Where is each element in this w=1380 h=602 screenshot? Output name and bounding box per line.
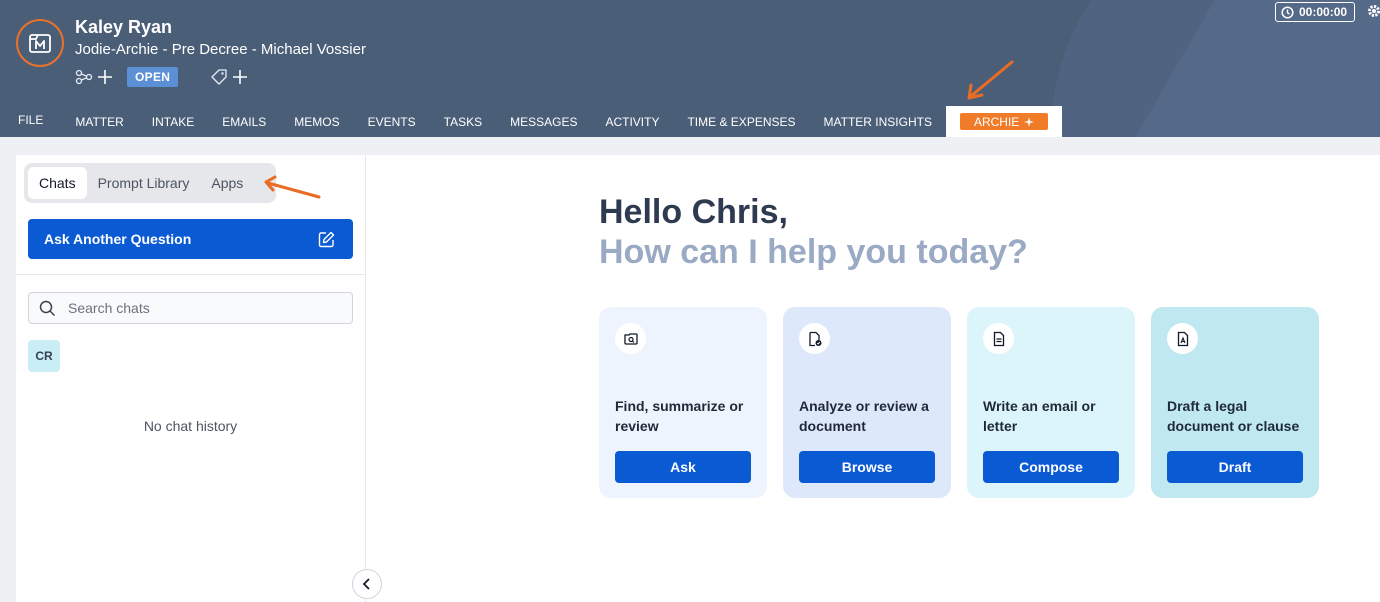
document-text-icon bbox=[983, 323, 1014, 354]
archie-pill: ARCHIE bbox=[959, 113, 1049, 130]
tab-matter-insights[interactable]: MATTER INSIGHTS bbox=[810, 106, 946, 137]
chevron-left-icon bbox=[362, 578, 370, 590]
divider bbox=[16, 274, 365, 275]
tab-file[interactable]: FILE bbox=[0, 104, 61, 135]
ask-button-label: Ask Another Question bbox=[44, 231, 192, 247]
archie-label: ARCHIE bbox=[973, 114, 1020, 129]
matter-name: Jodie-Archie - Pre Decree - Michael Voss… bbox=[75, 41, 366, 58]
tab-activity[interactable]: ACTIVITY bbox=[591, 106, 673, 137]
client-name: Kaley Ryan bbox=[75, 17, 173, 37]
browse-button[interactable]: Browse bbox=[799, 451, 935, 483]
card-analyze: Analyze or review a document Browse bbox=[783, 307, 951, 498]
card-title: Analyze or review a document bbox=[799, 398, 929, 434]
chat-sidebar: Chats Prompt Library Apps Ask Another Qu… bbox=[16, 155, 366, 602]
timer-button[interactable]: 00:00:00 bbox=[1275, 2, 1356, 22]
search-icon bbox=[39, 300, 56, 316]
content-top-strip bbox=[16, 137, 1380, 155]
card-write: Write an email or letter Compose bbox=[967, 307, 1135, 498]
tab-archie[interactable]: ARCHIE bbox=[945, 106, 1063, 137]
tab-events[interactable]: EVENTS bbox=[354, 106, 430, 137]
matter-nav: FILE MATTER INTAKE EMAILS MEMOS EVENTS T… bbox=[0, 104, 1063, 137]
tab-emails[interactable]: EMAILS bbox=[208, 106, 280, 137]
tab-matter[interactable]: MATTER bbox=[61, 106, 137, 137]
edit-icon bbox=[318, 231, 335, 247]
page-gutter bbox=[0, 137, 16, 602]
card-find: Find, summarize or review Ask bbox=[599, 307, 767, 498]
draft-button[interactable]: Draft bbox=[1167, 451, 1303, 483]
tab-messages[interactable]: MESSAGES bbox=[496, 106, 591, 137]
tab-intake[interactable]: INTAKE bbox=[138, 106, 208, 137]
card-title: Find, summarize or review bbox=[615, 398, 744, 434]
header-actions: OPEN bbox=[75, 67, 248, 87]
compose-button[interactable]: Compose bbox=[983, 451, 1119, 483]
tab-apps[interactable]: Apps bbox=[200, 167, 254, 199]
empty-chat-history: No chat history bbox=[143, 418, 238, 434]
ask-another-question-button[interactable]: Ask Another Question bbox=[28, 219, 353, 259]
sidebar-tabs: Chats Prompt Library Apps bbox=[24, 163, 276, 203]
add-tag-icon[interactable] bbox=[232, 69, 248, 85]
tab-memos[interactable]: MEMOS bbox=[280, 106, 353, 137]
tab-chats[interactable]: Chats bbox=[28, 167, 87, 199]
search-document-icon bbox=[615, 323, 646, 354]
collapse-sidebar-button[interactable] bbox=[352, 569, 382, 599]
greeting-subtitle: How can I help you today? bbox=[599, 233, 1028, 271]
card-title: Draft a legal document or clause bbox=[1167, 398, 1300, 434]
analyze-document-icon bbox=[799, 323, 830, 354]
tab-tasks[interactable]: TASKS bbox=[430, 106, 496, 137]
clock-icon bbox=[1281, 5, 1294, 19]
status-badge[interactable]: OPEN bbox=[127, 67, 179, 87]
search-input[interactable] bbox=[68, 300, 318, 316]
relationship-icon[interactable] bbox=[75, 68, 93, 86]
gear-icon[interactable] bbox=[1367, 4, 1380, 23]
tag-icon[interactable] bbox=[210, 68, 228, 86]
matter-header: Kaley Ryan Jodie-Archie - Pre Decree - M… bbox=[0, 0, 1380, 137]
add-relationship-icon[interactable] bbox=[97, 69, 113, 85]
tab-prompt-library[interactable]: Prompt Library bbox=[87, 167, 201, 199]
card-draft: Draft a legal document or clause Draft bbox=[1151, 307, 1319, 498]
matter-logo-icon bbox=[16, 19, 64, 67]
legal-document-icon bbox=[1167, 323, 1198, 354]
ask-button[interactable]: Ask bbox=[615, 451, 751, 483]
avatar[interactable]: CR bbox=[28, 340, 60, 372]
tab-time-expenses[interactable]: TIME & EXPENSES bbox=[673, 106, 809, 137]
card-title: Write an email or letter bbox=[983, 398, 1096, 434]
timer-value: 00:00:00 bbox=[1299, 5, 1348, 19]
greeting-title: Hello Chris, bbox=[599, 193, 788, 231]
sparkle-icon bbox=[1024, 116, 1035, 127]
search-chats-field[interactable] bbox=[28, 292, 353, 324]
